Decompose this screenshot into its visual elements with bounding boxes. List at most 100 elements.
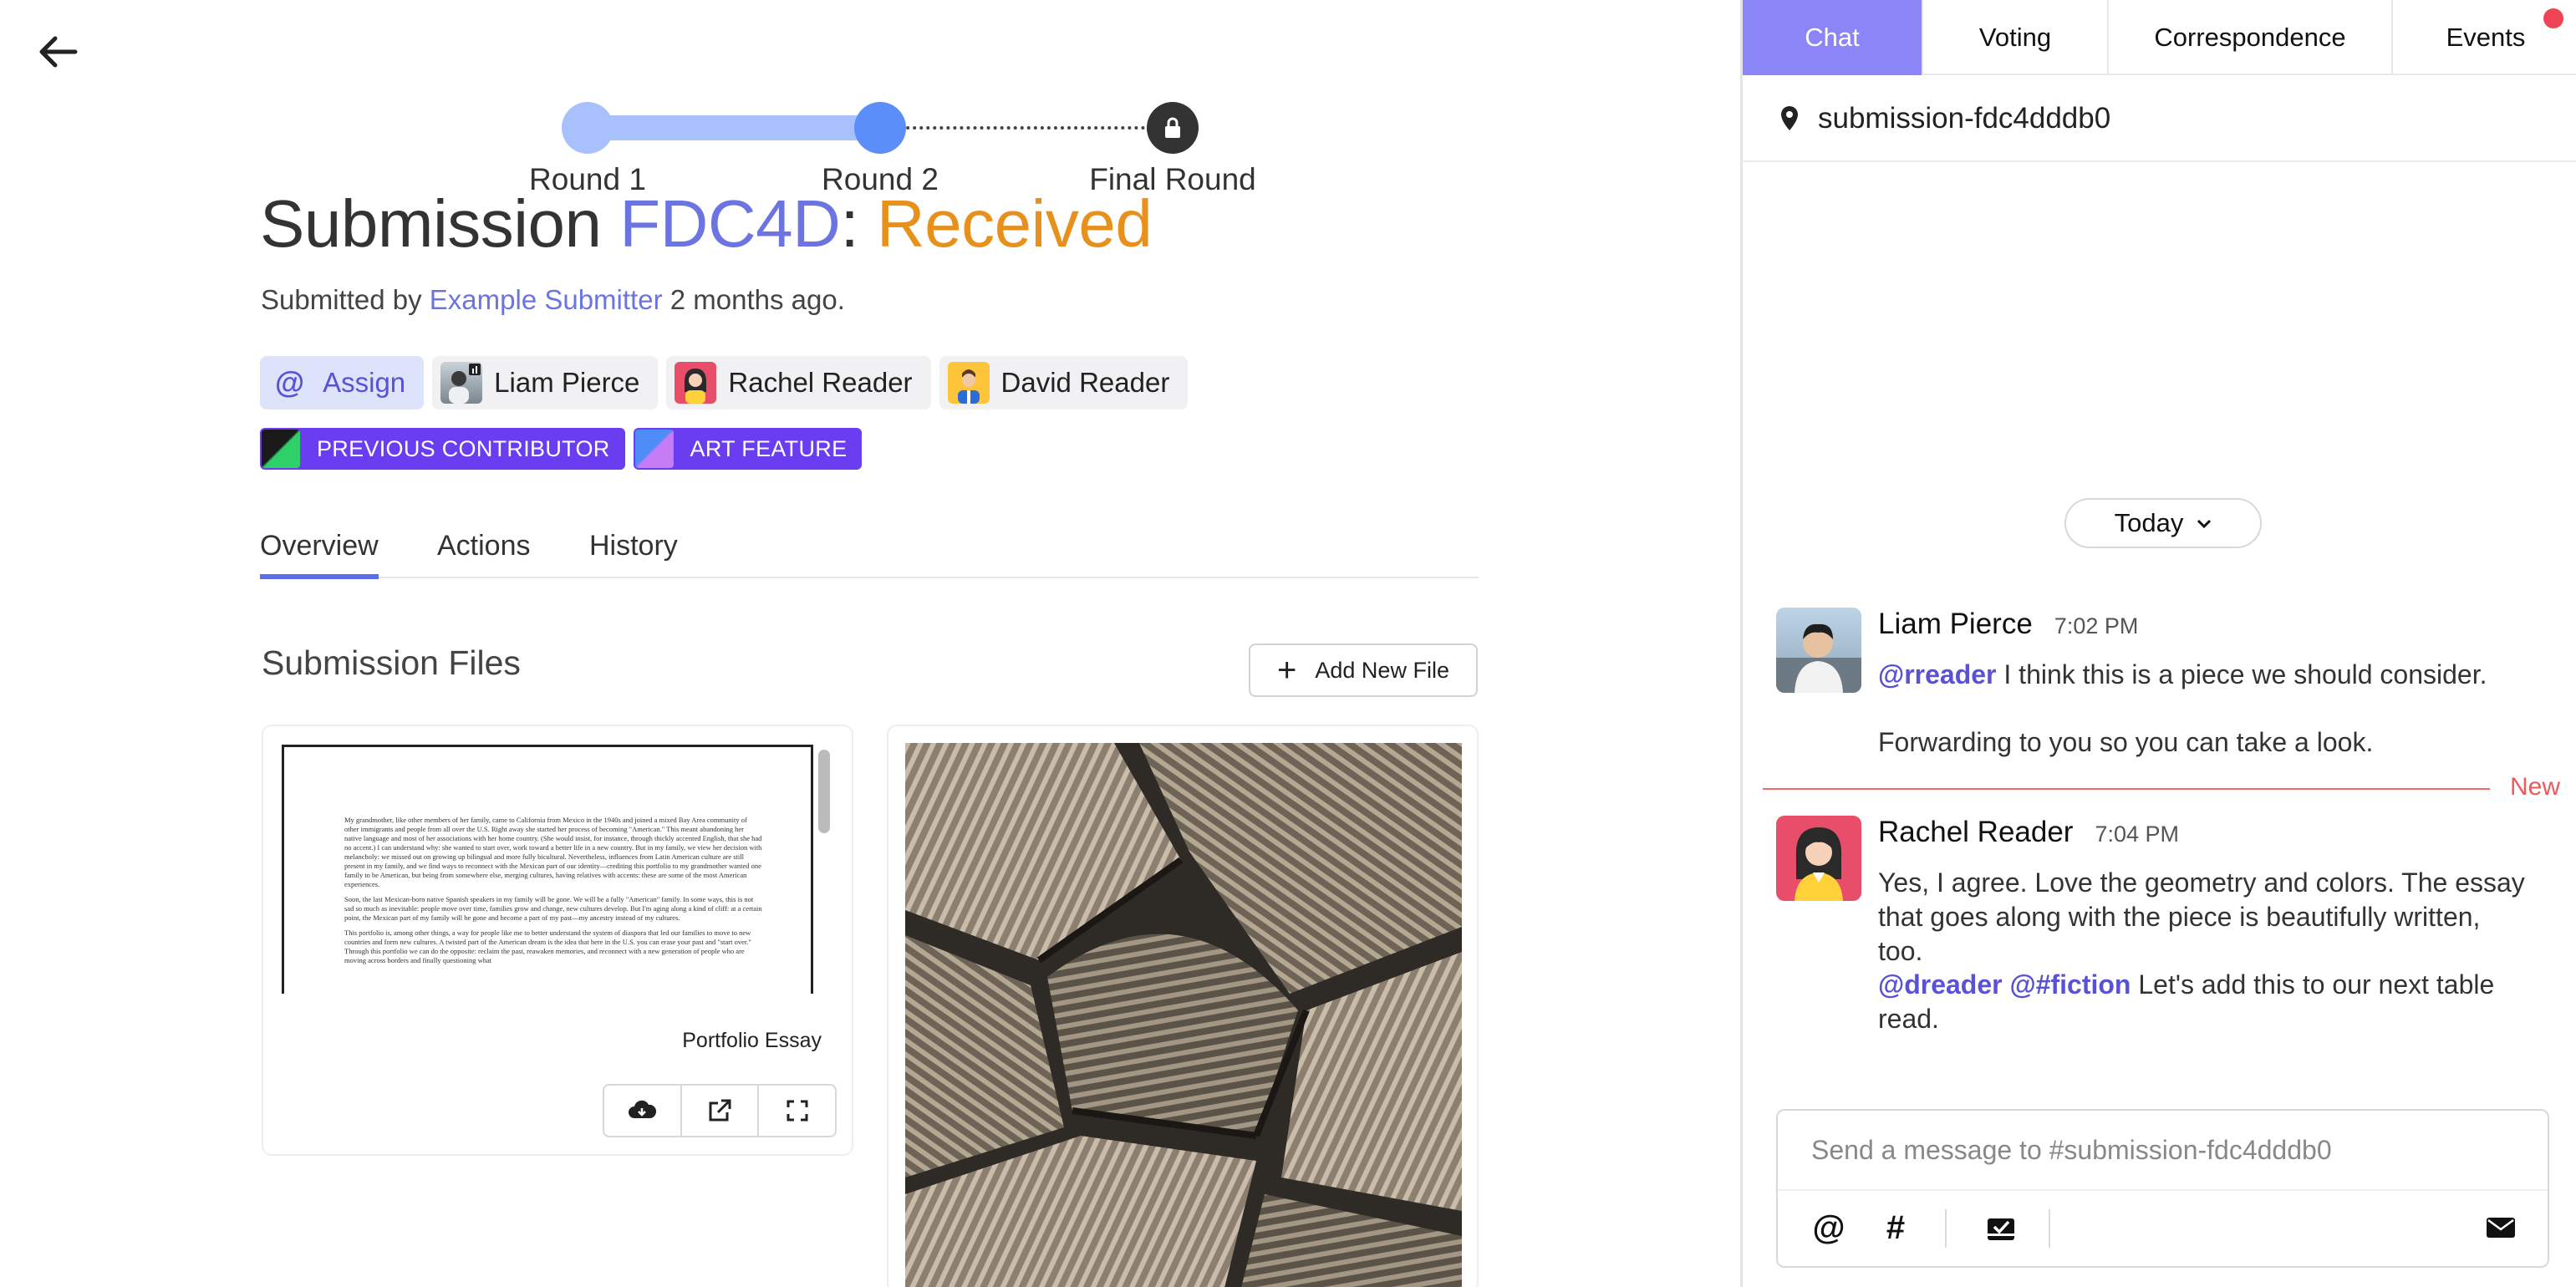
tab-events[interactable]: Events [2393, 0, 2576, 75]
channel-mention[interactable]: @#fiction [2009, 969, 2131, 1000]
add-new-file-label: Add New File [1315, 657, 1449, 683]
tab-history[interactable]: History [589, 530, 678, 574]
step-dot-round-2[interactable] [854, 102, 906, 154]
download-button[interactable] [604, 1086, 682, 1136]
avatar[interactable] [1776, 608, 1861, 693]
send-button[interactable] [2480, 1204, 2522, 1251]
lock-icon [1165, 117, 1180, 138]
message-time: 7:02 PM [2054, 613, 2139, 638]
page-title: Submission FDC4D: Received [260, 186, 1153, 262]
artwork-image[interactable] [905, 743, 1462, 1287]
avatar [440, 362, 483, 404]
message-body: @rreader I think this is a piece we shou… [1878, 658, 2530, 692]
progress-track-remaining [879, 126, 1172, 130]
toolbar-divider [2049, 1209, 2050, 1248]
panel-tabs: Chat Voting Correspondence Events [1743, 0, 2576, 75]
message-text: I think this is a piece we should consid… [1996, 659, 2487, 689]
tab-actions[interactable]: Actions [437, 530, 531, 574]
document-paragraph: My grandmother, like other members of he… [344, 816, 762, 888]
message-input[interactable] [1778, 1111, 2548, 1191]
submission-meta: Submitted by Example Submitter 2 months … [261, 284, 845, 316]
plus-icon: + [1277, 652, 1297, 689]
message-body: @dreader @#fiction Let's add this to our… [1878, 968, 2530, 1036]
file-card-portfolio-essay[interactable]: My grandmother, like other members of he… [262, 725, 853, 1156]
tag-swatch [262, 430, 300, 468]
assignee-chip-david-reader[interactable]: David Reader [939, 356, 1189, 410]
add-new-file-button[interactable]: + Add New File [1249, 644, 1478, 697]
title-prefix: Submission [260, 186, 620, 261]
at-sign-icon: @ [1812, 1208, 1845, 1246]
message-header: Rachel Reader 7:04 PM [1878, 816, 2179, 849]
assignee-name: David Reader [1000, 367, 1170, 398]
submitted-by-prefix: Submitted by [261, 284, 430, 315]
document-paragraph: Soon, the last Mexican-born native Spani… [344, 895, 762, 922]
message-composer: @ # [1776, 1109, 2549, 1268]
back-button[interactable] [37, 33, 79, 70]
assign-button[interactable]: @ Assign [260, 356, 425, 410]
assignee-chip-liam-pierce[interactable]: Liam Pierce [432, 356, 659, 410]
message-author[interactable]: Rachel Reader [1878, 816, 2073, 848]
tab-label: Chat [1805, 23, 1860, 52]
attach-inbox-button[interactable] [1980, 1204, 2022, 1251]
hashtag-button[interactable]: # [1875, 1204, 1917, 1251]
at-sign-icon: @ [275, 365, 305, 399]
tab-label: Events [2446, 23, 2526, 52]
channel-header: submission-fdc4dddb0 [1743, 77, 2576, 162]
tag-previous-contributor[interactable]: PREVIOUS CONTRIBUTOR [260, 428, 625, 470]
avatar [947, 362, 990, 404]
expand-icon [787, 1100, 808, 1122]
assignee-chip-rachel-reader[interactable]: Rachel Reader [666, 356, 931, 410]
cloud-download-icon [629, 1100, 657, 1118]
discussion-panel: Chat Voting Correspondence Events submis… [1740, 0, 2576, 1287]
open-external-button[interactable] [682, 1086, 760, 1136]
tab-label: Voting [1978, 23, 2052, 52]
user-mention[interactable]: @rreader [1878, 659, 1997, 689]
tag-art-feature[interactable]: ART FEATURE [633, 428, 863, 470]
assignee-list: @ Assign Liam Pierce Rachel Reader David… [260, 356, 1189, 410]
date-filter-dropdown[interactable]: Today [2064, 498, 2262, 548]
date-filter-label: Today [2114, 508, 2184, 537]
tab-overview[interactable]: Overview [260, 530, 379, 579]
round-progress: Round 1 Round 2 Final Round [485, 48, 1287, 196]
preview-scrollbar[interactable] [818, 750, 830, 833]
assign-label: Assign [323, 367, 406, 398]
chat-message: Rachel Reader 7:04 PM Yes, I agree. Love … [1776, 816, 2545, 1041]
file-actions [603, 1084, 837, 1137]
external-link-icon [709, 1099, 731, 1122]
file-card-artwork[interactable] [887, 725, 1479, 1287]
avatar [675, 362, 717, 404]
envelope-icon [2487, 1218, 2515, 1238]
submitter-link[interactable]: Example Submitter [430, 284, 663, 315]
tab-voting[interactable]: Voting [1923, 0, 2109, 75]
message-text: Forwarding to you so you can take a look… [1878, 727, 2374, 757]
step-dot-round-1[interactable] [562, 102, 613, 154]
submitted-ago: 2 months ago. [662, 284, 845, 315]
tag-list: PREVIOUS CONTRIBUTOR ART FEATURE [260, 428, 863, 470]
fullscreen-button[interactable] [759, 1086, 835, 1136]
avatar[interactable] [1776, 816, 1861, 901]
submission-files-heading: Submission Files [262, 644, 521, 682]
assignee-name: Rachel Reader [728, 367, 913, 398]
mention-button[interactable]: @ [1808, 1204, 1850, 1251]
step-dot-final-round[interactable] [1147, 102, 1199, 154]
arrow-left-icon [39, 36, 78, 68]
submission-status: Received [876, 186, 1153, 261]
tab-correspondence[interactable]: Correspondence [2109, 0, 2393, 75]
tab-chat[interactable]: Chat [1743, 0, 1923, 75]
document-text: My grandmother, like other members of he… [344, 816, 762, 971]
new-messages-divider [1763, 788, 2490, 790]
user-mention[interactable]: @dreader [1878, 969, 2003, 1000]
assignee-name: Liam Pierce [494, 367, 640, 398]
tag-label: PREVIOUS CONTRIBUTOR [317, 435, 610, 461]
message-author[interactable]: Liam Pierce [1878, 608, 2033, 640]
message-header: Liam Pierce 7:02 PM [1878, 608, 2138, 641]
tag-label: ART FEATURE [690, 435, 848, 461]
hashtag-icon: # [1886, 1208, 1906, 1246]
document-preview[interactable]: My grandmother, like other members of he… [282, 745, 813, 994]
message-body: Forwarding to you so you can take a look… [1878, 725, 2530, 760]
file-name: Portfolio Essay [682, 1029, 822, 1052]
chat-message: Liam Pierce 7:02 PM @rreader I think this… [1776, 608, 2545, 775]
submission-id: FDC4D [619, 186, 841, 261]
message-text: Yes, I agree. Love the geometry and colo… [1878, 867, 2525, 966]
title-separator: : [840, 186, 877, 261]
